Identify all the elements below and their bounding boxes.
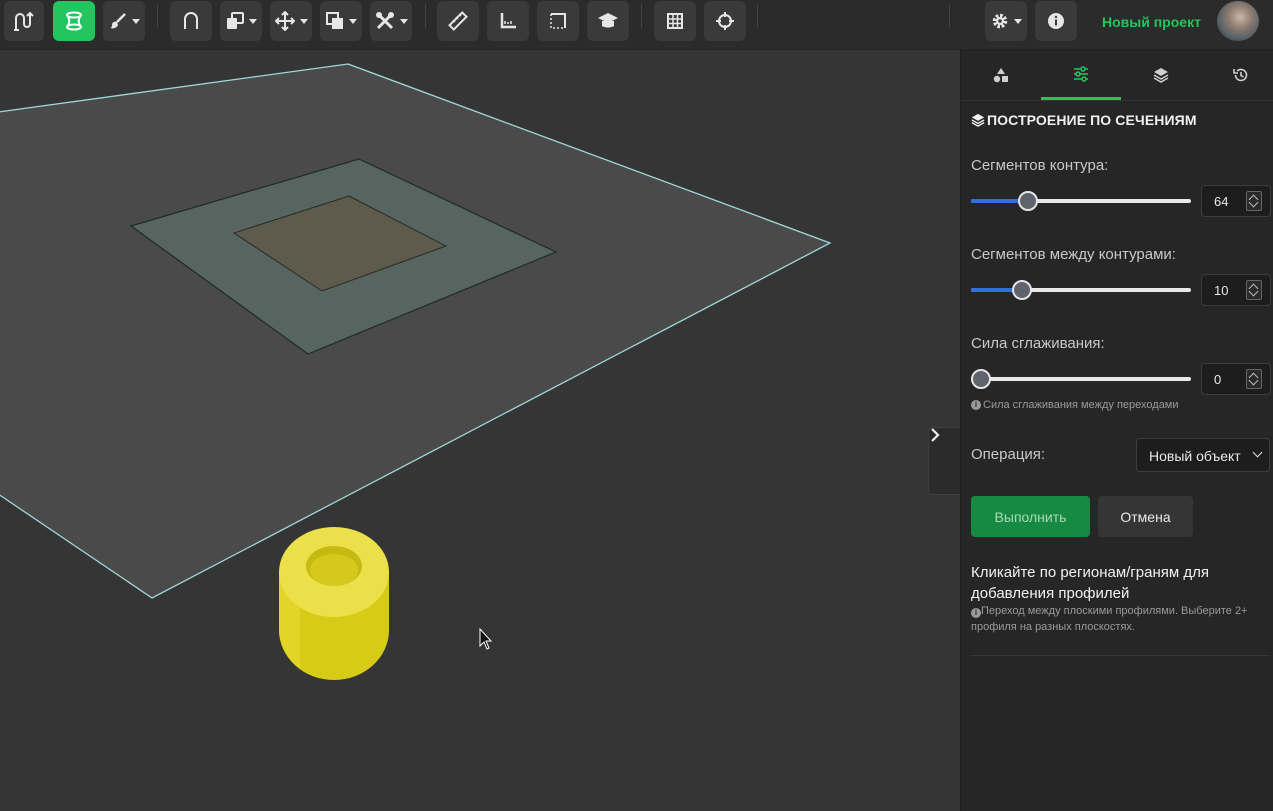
- gear-icon: [992, 13, 1007, 29]
- chevron-down-icon: [348, 18, 357, 24]
- chevron-right-icon: [931, 428, 940, 442]
- tab-parameters[interactable]: [1041, 50, 1121, 100]
- ruler-icon: [448, 11, 468, 31]
- sliders-icon: [1074, 65, 1088, 82]
- info-button[interactable]: [1035, 1, 1077, 41]
- panel-toggle-button[interactable]: [928, 427, 960, 495]
- run-button[interactable]: Выполнить: [971, 496, 1090, 537]
- sketch-to-extrude-button[interactable]: [4, 1, 44, 41]
- smoothing-input[interactable]: 0: [1201, 363, 1271, 395]
- layers-icon: [1153, 67, 1169, 83]
- tools-dropdown-button[interactable]: [370, 1, 412, 41]
- toolbar-divider: [641, 4, 642, 28]
- copy-shape-icon: [226, 12, 244, 29]
- layers-icon: [971, 113, 985, 127]
- info-icon: i: [971, 400, 981, 410]
- boolean-icon: [325, 12, 343, 29]
- avatar[interactable]: [1217, 1, 1259, 41]
- operation-select[interactable]: Новый объект: [1136, 438, 1270, 472]
- chevron-down-icon: [1252, 447, 1263, 458]
- top-toolbar: Новый проект: [0, 0, 1273, 50]
- project-name[interactable]: Новый проект: [1102, 14, 1201, 30]
- 3d-viewport[interactable]: [0, 50, 960, 811]
- grid-button[interactable]: [654, 1, 696, 41]
- input-value: 0: [1214, 372, 1222, 387]
- info-icon: [1048, 13, 1064, 29]
- copy-shape-dropdown-button[interactable]: [220, 1, 262, 41]
- loft-button[interactable]: [53, 1, 95, 41]
- angle-measure-icon: [500, 13, 516, 29]
- info-icon: i: [971, 608, 981, 618]
- smoothing-hint: i Сила сглаживания между переходами: [971, 397, 1179, 413]
- yellow-cylinder[interactable]: [279, 527, 389, 680]
- properties-panel: ПОСТРОЕНИЕ ПО СЕЧЕНИЯМ Сегментов контура…: [960, 50, 1273, 811]
- move-icon: [274, 11, 295, 31]
- panel-divider: [971, 655, 1269, 656]
- bounding-box-button[interactable]: [537, 1, 579, 41]
- tools-icon: [375, 12, 394, 30]
- toolbar-divider: [425, 4, 426, 28]
- tutorial-button[interactable]: [587, 1, 629, 41]
- loft-icon: [66, 11, 82, 31]
- spinner-icon[interactable]: [1246, 280, 1262, 300]
- chevron-down-icon: [399, 18, 408, 24]
- chevron-down-icon: [248, 18, 257, 24]
- panel-title-text: ПОСТРОЕНИЕ ПО СЕЧЕНИЯМ: [987, 112, 1197, 128]
- input-value: 10: [1214, 283, 1229, 298]
- operation-label: Операция:: [971, 446, 1046, 463]
- boolean-dropdown-button[interactable]: [320, 1, 362, 41]
- toolbar-divider: [949, 4, 950, 28]
- contour-segments-label: Сегментов контура:: [971, 157, 1109, 174]
- instruction-subtext: i Переход между плоскими профилями. Выбер…: [971, 603, 1271, 635]
- scene: [0, 63, 832, 680]
- smoothing-hint-text: Сила сглаживания между переходами: [983, 399, 1179, 411]
- instruction-subtext-text: Переход между плоскими профилями. Выбери…: [971, 605, 1248, 633]
- panel-tabs: [961, 50, 1273, 101]
- brush-icon: [109, 13, 126, 29]
- tutorial-icon: [598, 13, 618, 28]
- brush-dropdown-button[interactable]: [103, 1, 145, 41]
- angle-measure-button[interactable]: [487, 1, 529, 41]
- input-value: 64: [1214, 194, 1229, 209]
- grid-icon: [667, 13, 683, 29]
- between-segments-input[interactable]: 10: [1201, 274, 1271, 306]
- contour-segments-input[interactable]: 64: [1201, 185, 1271, 217]
- shapes-icon: [993, 67, 1008, 82]
- ground-plane[interactable]: [0, 63, 832, 599]
- toolbar-divider: [157, 4, 158, 28]
- arch-button[interactable]: [170, 1, 212, 41]
- slider-thumb[interactable]: [1012, 280, 1032, 300]
- slider-thumb[interactable]: [1018, 191, 1038, 211]
- chevron-down-icon: [1013, 18, 1022, 24]
- history-icon: [1233, 68, 1248, 81]
- operation-selected-value: Новый объект: [1149, 448, 1241, 464]
- contour-segments-slider[interactable]: [971, 191, 1191, 211]
- tab-history[interactable]: [1201, 50, 1273, 99]
- arch-icon: [184, 12, 198, 29]
- crosshair-icon: [716, 12, 734, 30]
- tab-shapes[interactable]: [961, 50, 1041, 99]
- instruction-heading: Кликайте по регионам/граням для добавлен…: [971, 564, 1209, 602]
- move-dropdown-button[interactable]: [270, 1, 312, 41]
- smoothing-label: Сила сглаживания:: [971, 335, 1105, 352]
- panel-title: ПОСТРОЕНИЕ ПО СЕЧЕНИЯМ: [971, 112, 1197, 128]
- spinner-icon[interactable]: [1246, 191, 1262, 211]
- tab-layers[interactable]: [1121, 50, 1201, 99]
- chevron-down-icon: [299, 18, 308, 24]
- between-segments-slider[interactable]: [971, 280, 1191, 300]
- ruler-button[interactable]: [437, 1, 479, 41]
- slider-thumb[interactable]: [971, 369, 991, 389]
- cancel-button[interactable]: Отмена: [1098, 496, 1193, 537]
- smoothing-slider[interactable]: [971, 369, 1191, 389]
- toolbar-divider: [757, 4, 758, 28]
- crosshair-button[interactable]: [704, 1, 746, 41]
- chevron-down-icon: [131, 18, 140, 24]
- spinner-icon[interactable]: [1246, 369, 1262, 389]
- between-segments-label: Сегментов между контурами:: [971, 246, 1176, 263]
- sketch-to-extrude-icon: [14, 11, 34, 31]
- mouse-cursor-icon: [479, 627, 493, 650]
- settings-dropdown-button[interactable]: [985, 1, 1027, 41]
- bounding-box-icon: [550, 13, 566, 29]
